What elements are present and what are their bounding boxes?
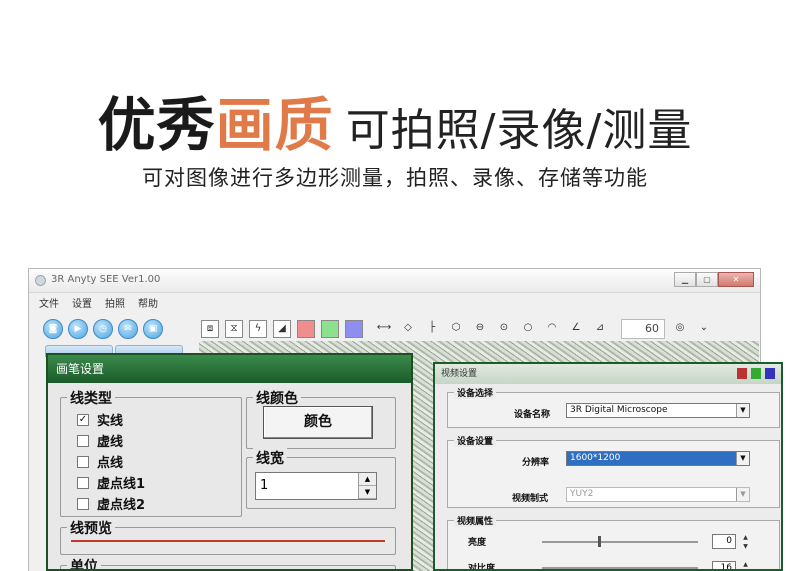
record-icon — [737, 368, 747, 379]
line-type-dashed[interactable]: 虚线 — [77, 431, 123, 450]
fit-icon[interactable]: ⧈ — [201, 320, 219, 338]
minimize-button[interactable]: ▁ — [674, 272, 696, 287]
line-type-dotted[interactable]: 点线 — [77, 452, 123, 471]
contrast-input[interactable]: 16 — [712, 561, 736, 569]
checkbox-dashed[interactable] — [77, 434, 89, 447]
clock-icon[interactable]: ◷ — [93, 319, 113, 339]
menu-settings[interactable]: 设置 — [72, 295, 92, 310]
zoom-value[interactable]: 60 — [621, 319, 665, 339]
green-swatch[interactable] — [321, 320, 339, 338]
line-width-input[interactable]: 1 ▲ ▼ — [255, 472, 377, 500]
line-color-group: 线颜色 颜色 — [246, 388, 396, 449]
video-format-label: 视频制式 — [512, 494, 549, 504]
video-settings-dialog: 视频设置 设备选择 设备名称 3R Digital Microscope ▼ 设备… — [433, 362, 783, 571]
brightness-input[interactable]: 0 — [712, 534, 736, 549]
spin-up-icon[interactable]: ▲ — [359, 473, 376, 486]
headline: 优秀画质 可拍照/录像/测量 — [0, 78, 790, 162]
resolution-label: 分辨率 — [522, 458, 550, 468]
app-icon — [35, 275, 46, 286]
video-props-label: 视频属性 — [454, 514, 497, 527]
contrast-icon[interactable]: ◢ — [273, 320, 291, 338]
line-end-icon[interactable]: ├ — [423, 320, 441, 338]
color-button[interactable]: 颜色 — [263, 406, 373, 439]
angle-icon[interactable]: ◇ — [399, 320, 417, 338]
slope-icon[interactable]: ⊿ — [591, 320, 609, 338]
target-icon[interactable]: ◎ — [671, 320, 689, 338]
line-type-dashdot2[interactable]: 虚点线2 — [77, 494, 145, 513]
blue-icon — [765, 368, 775, 379]
video-dialog-title: 视频设置 — [441, 369, 478, 379]
contrast-label: 对比度 — [468, 564, 496, 571]
device-settings-group: 设备设置 分辨率 1600*1200 ▼ 视频制式 YUY2 ▼ — [447, 434, 780, 508]
video-icon[interactable]: ▶ — [68, 319, 88, 339]
red-swatch[interactable] — [297, 320, 315, 338]
window-titlebar[interactable]: 3R Anyty SEE Ver1.00 ▁ ▢ ✕ — [29, 269, 760, 293]
arc-icon[interactable]: ◠ — [543, 320, 561, 338]
angle-measure-icon[interactable]: ∠ — [567, 320, 585, 338]
lock-icon[interactable]: ▣ — [143, 319, 163, 339]
chevron-down-icon: ▼ — [736, 452, 749, 465]
brightness-spin[interactable]: ▲ ▼ — [740, 533, 751, 551]
circle-center-icon[interactable]: ⊖ — [471, 320, 489, 338]
line-preview-sample — [71, 540, 385, 542]
mail-icon[interactable]: ✉ — [118, 319, 138, 339]
device-name-label: 设备名称 — [514, 410, 551, 420]
menu-photo[interactable]: 拍照 — [105, 295, 125, 310]
circle-icon[interactable]: ○ — [519, 320, 537, 338]
brightness-label: 亮度 — [468, 538, 487, 548]
subtitle: 可对图像进行多边形测量，拍照、录像、存储等功能 — [142, 166, 648, 190]
contrast-slider[interactable] — [542, 567, 698, 569]
contrast-spin[interactable]: ▲▼ — [740, 560, 751, 569]
line-type-dashdot1[interactable]: 虚点线1 — [77, 473, 145, 492]
checkbox-solid[interactable]: ✓ — [77, 413, 89, 426]
headline-part1: 优秀 — [97, 91, 216, 159]
spin-down-icon[interactable]: ▼ — [359, 486, 376, 499]
checkbox-dashdot2[interactable] — [77, 497, 89, 510]
headline-part2: 画质 — [215, 91, 334, 159]
flip-icon[interactable]: ⧖ — [225, 320, 243, 338]
line-width-group: 线宽 1 ▲ ▼ — [246, 448, 396, 509]
hero-banner: 优秀画质 可拍照/录像/测量 可对图像进行多边形测量，拍照、录像、存储等功能 — [0, 0, 790, 260]
chevron-down-icon: ▼ — [736, 488, 749, 501]
menu-help[interactable]: 帮助 — [138, 295, 158, 310]
checkbox-dotted[interactable] — [77, 455, 89, 468]
line-type-label: 线类型 — [67, 388, 115, 408]
video-dialog-titlebar[interactable]: 视频设置 — [435, 364, 781, 384]
line-type-solid[interactable]: ✓ 实线 — [77, 410, 123, 429]
blue-swatch[interactable] — [345, 320, 363, 338]
unit-label: 单位 — [67, 556, 101, 569]
video-format-select[interactable]: YUY2 ▼ — [566, 487, 750, 502]
pen-settings-dialog: 画笔设置 线类型 ✓ 实线 虚线 点线 虚点线1 虚点线2 线颜色 颜色 线宽 1… — [46, 353, 413, 571]
hline-icon[interactable]: ⟷ — [375, 320, 393, 338]
device-select-group: 设备选择 设备名称 3R Digital Microscope ▼ — [447, 386, 780, 428]
chevron-down-icon[interactable]: ⌄ — [695, 320, 713, 338]
video-props-group: 视频属性 亮度 0 ▲▼ 对比度 16 ▲▼ — [447, 514, 780, 571]
device-settings-label: 设备设置 — [454, 434, 497, 447]
chevron-down-icon: ▼ — [736, 404, 749, 417]
brightness-slider[interactable] — [542, 536, 698, 547]
checkbox-dashdot1[interactable] — [77, 476, 89, 489]
menu-bar: 文件 设置 拍照 帮助 — [29, 293, 760, 311]
line-color-label: 线颜色 — [253, 388, 301, 408]
window-title: 3R Anyty SEE Ver1.00 — [51, 274, 161, 285]
headline-part3: 可拍照/录像/测量 — [345, 105, 693, 156]
device-name-select[interactable]: 3R Digital Microscope ▼ — [566, 403, 750, 418]
line-preview-label: 线预览 — [67, 518, 115, 538]
line-preview-group: 线预览 — [60, 518, 396, 555]
close-button[interactable]: ✕ — [718, 272, 754, 287]
menu-file[interactable]: 文件 — [39, 295, 59, 310]
unit-group: 单位 — [60, 556, 396, 569]
photo-icon[interactable]: ◙ — [43, 319, 63, 339]
resolution-select[interactable]: 1600*1200 ▼ — [566, 451, 750, 466]
lightning-icon[interactable]: ϟ — [249, 320, 267, 338]
hexagon-icon[interactable]: ⬡ — [447, 320, 465, 338]
green-icon — [751, 368, 761, 379]
pen-dialog-title[interactable]: 画笔设置 — [48, 355, 411, 383]
line-type-group: 线类型 ✓ 实线 虚线 点线 虚点线1 虚点线2 — [60, 388, 242, 517]
device-select-label: 设备选择 — [454, 386, 497, 399]
line-width-label: 线宽 — [253, 448, 287, 468]
maximize-button[interactable]: ▢ — [696, 272, 718, 287]
brightness-thumb[interactable] — [598, 536, 601, 547]
circle-dot-icon[interactable]: ⊙ — [495, 320, 513, 338]
